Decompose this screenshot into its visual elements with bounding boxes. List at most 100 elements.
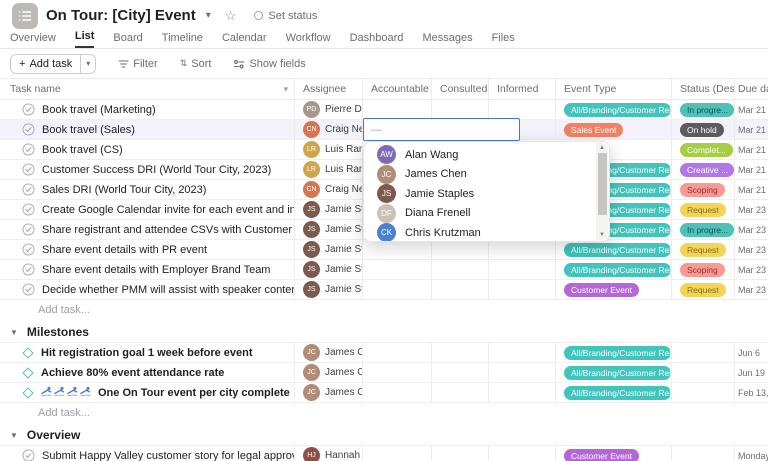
column-chevron-down-icon[interactable]: ▾ xyxy=(283,84,288,95)
informed-cell[interactable] xyxy=(489,446,556,461)
tab-dashboard[interactable]: Dashboard xyxy=(350,32,404,48)
dropdown-person-item[interactable]: JSJamie Staples xyxy=(364,184,609,204)
due-date-cell[interactable]: Feb 13, 202 xyxy=(735,383,768,402)
task-row[interactable]: Submit Happy Valley customer story for l… xyxy=(0,446,768,461)
filter-button[interactable]: Filter xyxy=(118,58,157,70)
due-date-cell[interactable]: Mar 23 xyxy=(735,280,768,299)
status-pill[interactable]: Scoping xyxy=(680,183,725,197)
event-type-pill[interactable]: Customer Event xyxy=(564,449,639,461)
set-status-button[interactable]: Set status xyxy=(254,10,317,22)
task-name-cell[interactable]: Share event details with PR event xyxy=(0,240,295,259)
task-name-cell[interactable]: Hit registration goal 1 week before even… xyxy=(0,343,295,362)
status-pill[interactable]: In progre... xyxy=(680,223,734,237)
status-cell[interactable]: On hold xyxy=(672,120,735,139)
consulted-cell[interactable] xyxy=(432,260,489,279)
show-fields-button[interactable]: Show fields xyxy=(233,58,305,70)
task-name-cell[interactable]: Sales DRI (World Tour City, 2023) xyxy=(0,180,295,199)
status-cell[interactable]: Request xyxy=(672,200,735,219)
section-header-overview[interactable]: ▼Overview xyxy=(0,425,768,446)
event-type-pill[interactable]: All/Branding/Customer Rel... xyxy=(564,366,671,380)
add-task-row[interactable]: Add task... xyxy=(0,300,768,319)
status-cell[interactable]: Creative ... xyxy=(672,160,735,179)
task-row[interactable]: Hit registration goal 1 week before even… xyxy=(0,343,768,363)
status-pill[interactable]: On hold xyxy=(680,123,724,137)
assignee-cell[interactable]: CNCraig Nells xyxy=(295,180,363,199)
column-header-accountable[interactable]: Accountable xyxy=(363,79,432,99)
status-cell[interactable] xyxy=(672,363,735,382)
tab-overview[interactable]: Overview xyxy=(10,32,56,48)
event-type-cell[interactable]: Customer Event xyxy=(556,280,672,299)
add-task-button[interactable]: + Add task ▾ xyxy=(10,54,96,74)
task-check-icon[interactable] xyxy=(22,103,35,116)
event-type-pill[interactable]: Customer Event xyxy=(564,283,639,297)
task-name-cell[interactable]: Decide whether PMM will assist with spea… xyxy=(0,280,295,299)
section-collapse-icon[interactable]: ▼ xyxy=(10,431,18,440)
dropdown-scrollbar[interactable]: ▲ ▼ xyxy=(596,143,608,240)
informed-cell[interactable] xyxy=(489,343,556,362)
status-cell[interactable]: Scoping xyxy=(672,260,735,279)
task-name-cell[interactable]: Share registrant and attendee CSVs with … xyxy=(0,220,295,239)
status-pill[interactable]: Request xyxy=(680,243,726,257)
accountable-cell[interactable] xyxy=(363,363,432,382)
event-type-pill[interactable]: Sales Event xyxy=(564,123,623,137)
informed-cell[interactable] xyxy=(489,100,556,119)
task-check-icon[interactable] xyxy=(22,183,35,196)
informed-cell[interactable] xyxy=(489,383,556,402)
task-check-icon[interactable] xyxy=(22,449,35,461)
tab-files[interactable]: Files xyxy=(492,32,515,48)
status-pill[interactable]: Scoping xyxy=(680,263,725,277)
event-type-cell[interactable]: Customer Event xyxy=(556,446,672,461)
accountable-cell-editor[interactable]: — xyxy=(363,118,520,141)
assignee-cell[interactable]: JCJames Chen xyxy=(295,383,363,402)
accountable-cell[interactable] xyxy=(363,240,432,259)
task-row[interactable]: Share event details with Employer Brand … xyxy=(0,260,768,280)
status-cell[interactable] xyxy=(672,383,735,402)
due-date-cell[interactable]: Jun 6 xyxy=(735,343,768,362)
tab-timeline[interactable]: Timeline xyxy=(162,32,203,48)
column-header-status[interactable]: Status (Desi... xyxy=(672,79,735,99)
due-date-cell[interactable]: Mar 21 xyxy=(735,140,768,159)
status-cell[interactable]: In progre... xyxy=(672,220,735,239)
event-type-pill[interactable]: All/Branding/Customer Rel... xyxy=(564,103,671,117)
milestone-diamond-icon[interactable] xyxy=(22,367,33,378)
event-type-pill[interactable]: All/Branding/Customer Rel... xyxy=(564,386,671,400)
status-cell[interactable]: Complet... xyxy=(672,140,735,159)
task-row[interactable]: Book travel (Marketing)PDPierre DayonAll… xyxy=(0,100,768,120)
add-task-row[interactable]: Add task... xyxy=(0,403,768,422)
accountable-cell[interactable] xyxy=(363,343,432,362)
task-check-icon[interactable] xyxy=(22,283,35,296)
task-check-icon[interactable] xyxy=(22,263,35,276)
assignee-cell[interactable]: LRLuis Ramirez xyxy=(295,160,363,179)
event-type-cell[interactable]: All/Branding/Customer Rel... xyxy=(556,240,672,259)
dropdown-person-item[interactable]: AWAlan Wang xyxy=(364,145,609,165)
tab-calendar[interactable]: Calendar xyxy=(222,32,267,48)
tab-board[interactable]: Board xyxy=(113,32,142,48)
title-chevron-down-icon[interactable]: ▾ xyxy=(206,10,211,21)
dropdown-person-item[interactable]: DFDiana Frenell xyxy=(364,204,609,224)
task-check-icon[interactable] xyxy=(22,223,35,236)
section-header-milestones[interactable]: ▼Milestones xyxy=(0,322,768,343)
status-pill[interactable]: In progre... xyxy=(680,103,734,117)
status-cell[interactable]: Request xyxy=(672,240,735,259)
event-type-cell[interactable]: All/Branding/Customer Rel... xyxy=(556,100,672,119)
informed-cell[interactable] xyxy=(489,260,556,279)
due-date-cell[interactable]: Mar 23 xyxy=(735,260,768,279)
task-check-icon[interactable] xyxy=(22,143,35,156)
status-cell[interactable]: Scoping xyxy=(672,180,735,199)
tab-list[interactable]: List xyxy=(75,30,95,48)
consulted-cell[interactable] xyxy=(432,100,489,119)
assignee-cell[interactable]: HJHannah Jones xyxy=(295,446,363,461)
task-name-cell[interactable]: Customer Success DRI (World Tour City, 2… xyxy=(0,160,295,179)
assignee-cell[interactable]: CNCraig Nells xyxy=(295,120,363,139)
dropdown-person-item[interactable]: CKChris Krutzman xyxy=(364,223,609,242)
status-cell[interactable]: In progre... xyxy=(672,100,735,119)
event-type-pill[interactable]: All/Branding/Customer Rel... xyxy=(564,243,671,257)
event-type-cell[interactable]: Sales Event xyxy=(556,120,672,139)
accountable-cell[interactable] xyxy=(363,280,432,299)
task-check-icon[interactable] xyxy=(22,163,35,176)
accountable-cell[interactable] xyxy=(363,446,432,461)
status-pill[interactable]: Creative ... xyxy=(680,163,734,177)
scrollbar-thumb[interactable] xyxy=(598,153,607,215)
task-name-cell[interactable]: Create Google Calendar invite for each e… xyxy=(0,200,295,219)
due-date-cell[interactable]: Mar 21 xyxy=(735,100,768,119)
